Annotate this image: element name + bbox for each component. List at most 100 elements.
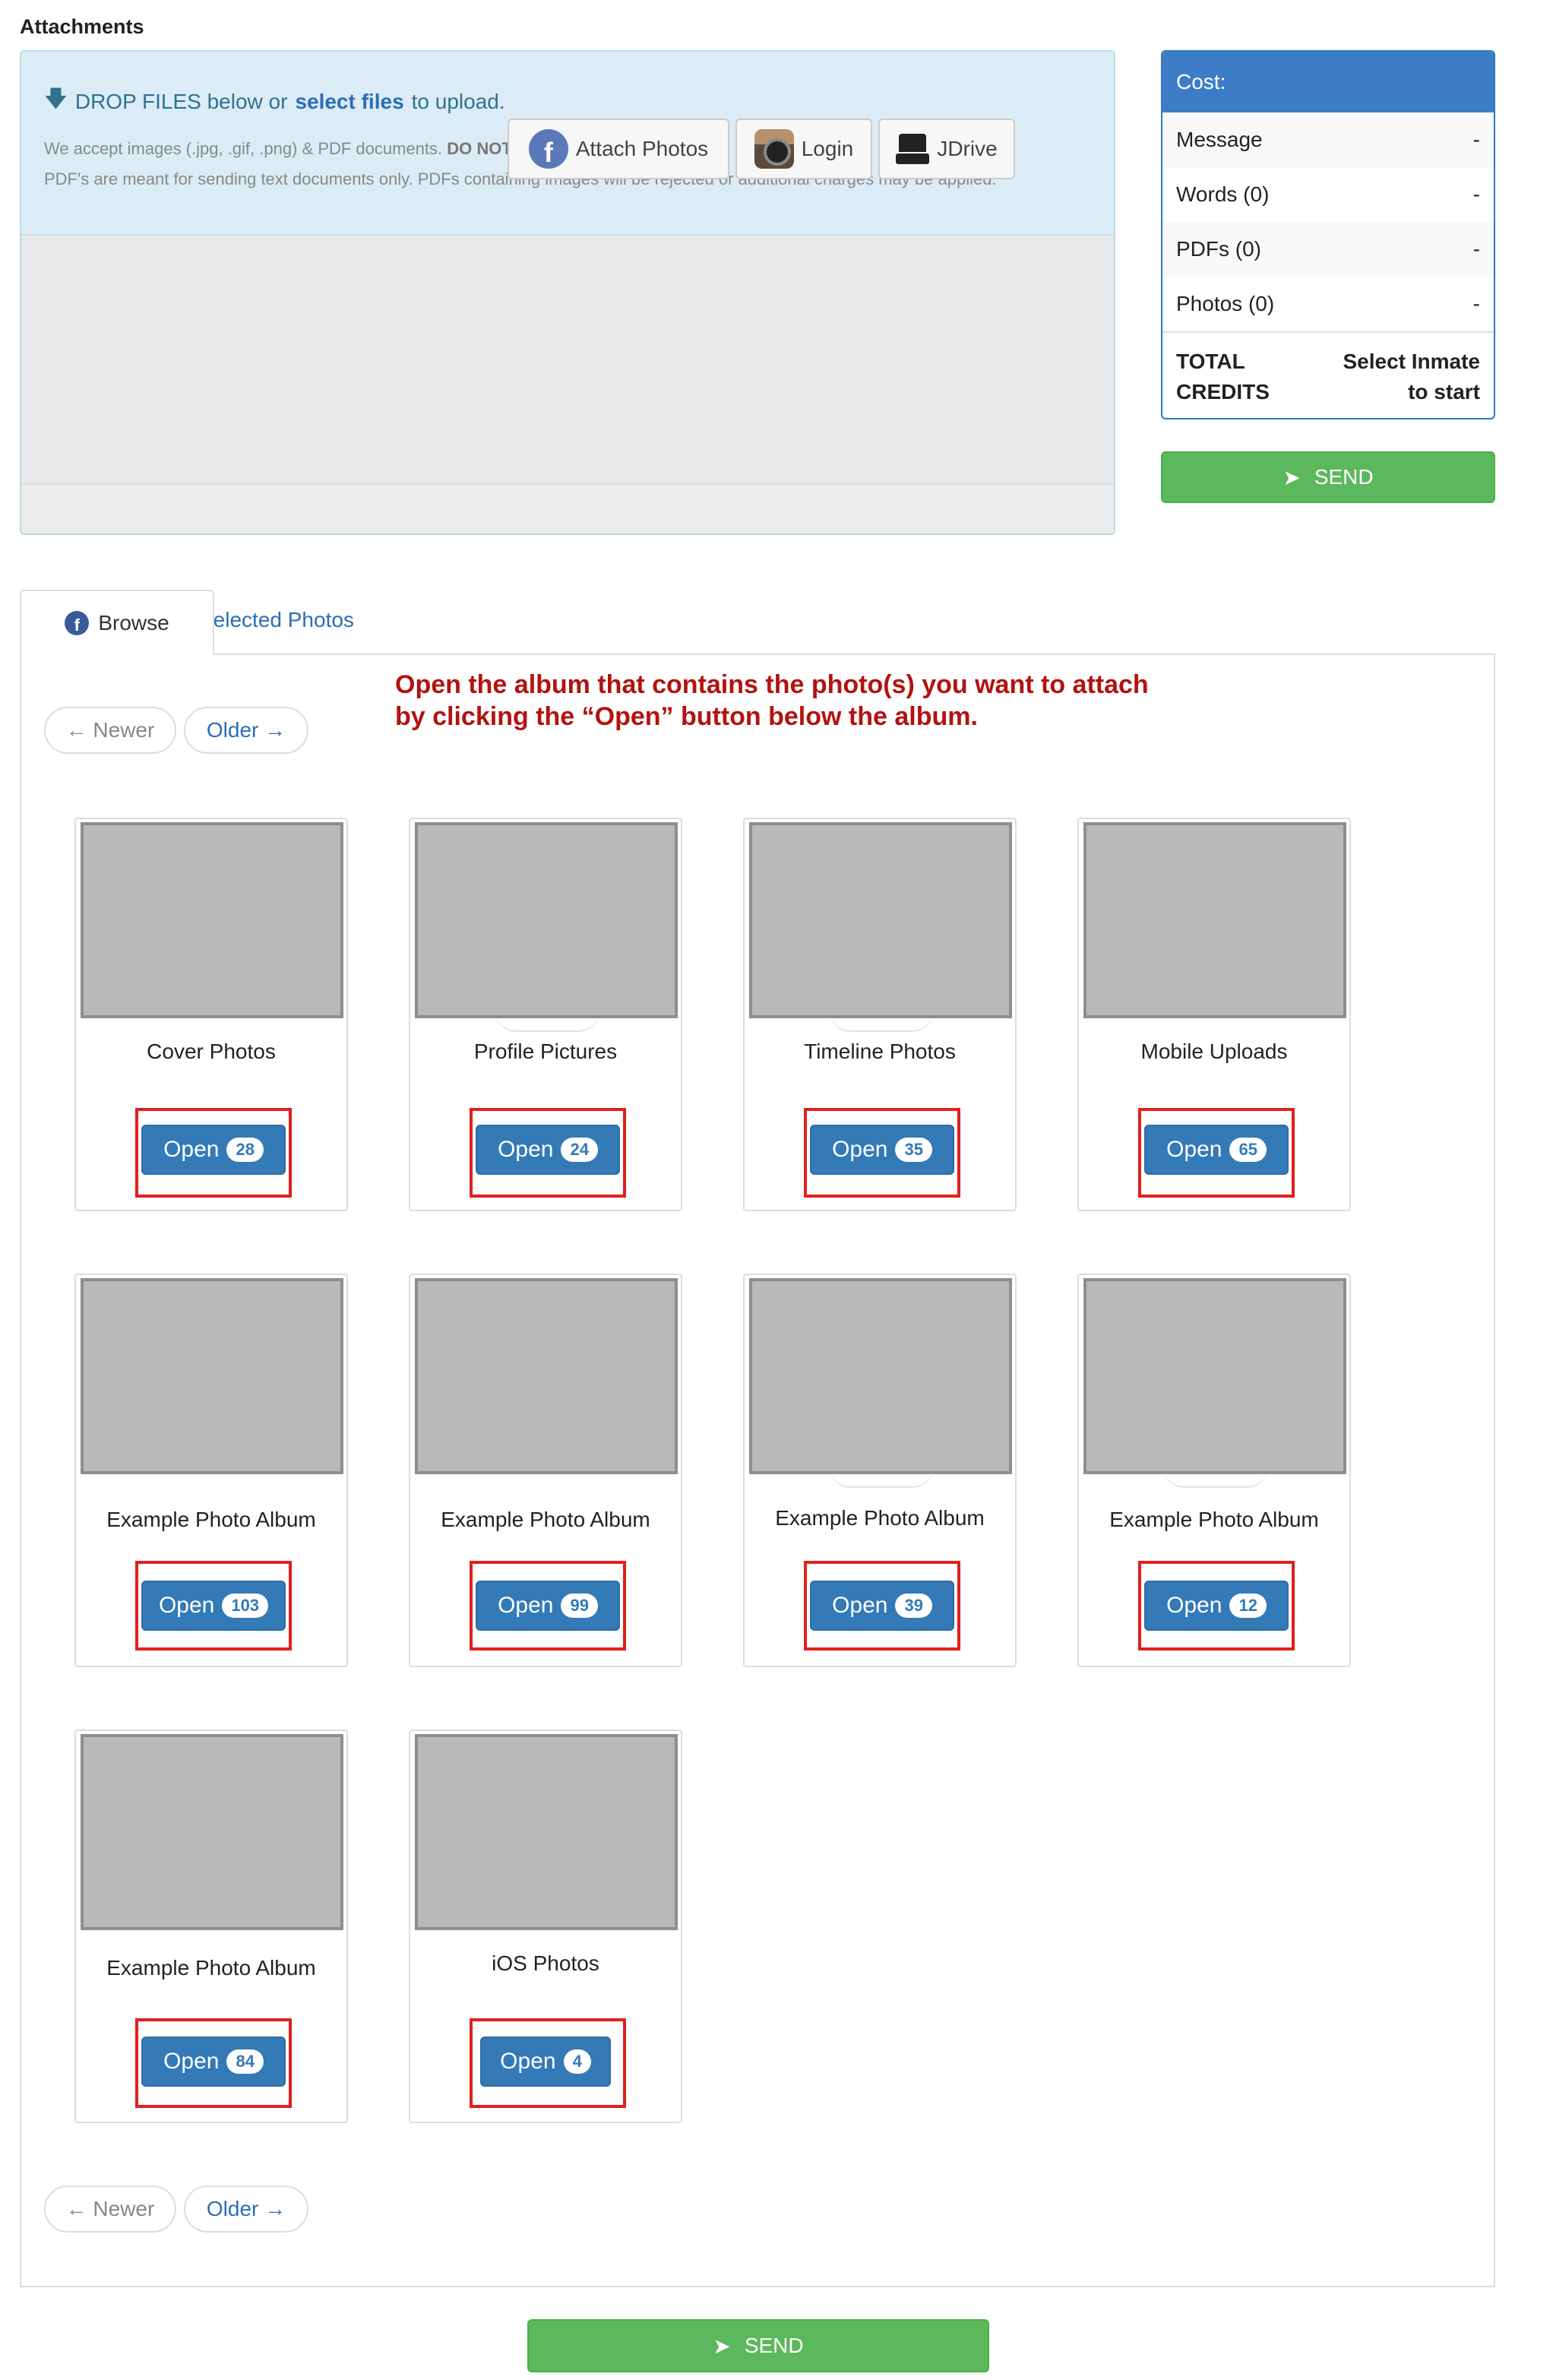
attach-photos-button[interactable]: f Attach Photos <box>508 119 729 179</box>
download-arrow-icon: 🡇 <box>44 87 68 112</box>
open-label: Open <box>832 1137 888 1162</box>
photo-count-badge: 28 <box>226 1138 264 1162</box>
total-credits-value: Select Inmate to start <box>1343 347 1480 407</box>
photo-count-badge: 99 <box>561 1594 598 1618</box>
album-card: iOS Photos Open 4 <box>409 1730 682 2123</box>
open-label: Open <box>832 1593 888 1618</box>
open-album-button[interactable]: Open 65 <box>1144 1125 1289 1175</box>
album-thumbnail <box>749 822 1012 1018</box>
album-title: Mobile Uploads <box>1140 1040 1288 1063</box>
open-label: Open <box>498 1137 554 1162</box>
send-label: SEND <box>1314 465 1374 489</box>
instruction-line1: Open the album that contains the photo(s… <box>395 670 1149 699</box>
jdrive-label: JDrive <box>937 137 998 160</box>
tab-selected-photos[interactable]: Selected Photos <box>199 608 354 632</box>
album-thumbnail <box>415 822 678 1018</box>
dropzone-instructions: 🡇 DROP FILES below or select files to up… <box>44 82 505 121</box>
album-thumbnail <box>415 1278 678 1474</box>
open-label: Open <box>500 2049 556 2074</box>
photo-count-badge: 4 <box>563 2049 591 2074</box>
open-label: Open <box>1166 1593 1222 1618</box>
cost-value: - <box>1472 182 1480 206</box>
tab-browse[interactable]: f Browse <box>20 590 214 655</box>
album-title: Example Photo Album <box>106 1956 316 1980</box>
open-album-button[interactable]: Open 84 <box>141 2037 286 2087</box>
attachments-title: Attachments <box>20 15 144 38</box>
open-label: Open <box>1166 1137 1222 1162</box>
album-title: Example Photo Album <box>1109 1508 1319 1531</box>
cost-row-words: Words (0) - <box>1162 167 1494 222</box>
open-album-button[interactable]: Open 12 <box>1144 1581 1289 1631</box>
open-album-button[interactable]: Open 35 <box>810 1125 954 1175</box>
album-card: Example Photo Album Open 12 <box>1077 1274 1351 1667</box>
dropzone-footer <box>21 483 1114 533</box>
total-credits-row: TOTAL CREDITS Select Inmate to start <box>1162 331 1494 407</box>
cost-label: Photos (0) <box>1176 292 1275 315</box>
album-thumbnail <box>415 1734 678 1930</box>
tab-browse-label: Browse <box>98 611 169 635</box>
album-title: Profile Pictures <box>473 1040 618 1063</box>
album-card: Profile Pictures Open 24 <box>409 818 682 1211</box>
album-thumbnail <box>81 822 343 1018</box>
album-card: Cover Photos Open 28 <box>74 818 348 1211</box>
album-card: Example Photo Album Open 39 <box>743 1274 1017 1667</box>
cost-header: Cost: <box>1162 52 1494 112</box>
send-label: SEND <box>744 2334 804 2357</box>
open-album-button[interactable]: Open 24 <box>476 1125 620 1175</box>
attach-photos-label: Attach Photos <box>575 137 709 160</box>
photo-count-badge: 12 <box>1229 1594 1267 1618</box>
album-thumbnail <box>749 1278 1012 1474</box>
open-album-button[interactable]: Open 4 <box>480 2037 611 2087</box>
cost-panel: Cost: Message - Words (0) - PDFs (0) - P… <box>1161 50 1495 419</box>
select-files-link[interactable]: select files <box>295 90 403 114</box>
login-label: Login <box>801 137 854 160</box>
cost-row-pdfs: PDFs (0) - <box>1162 222 1494 277</box>
send-button-top[interactable]: ➤ SEND <box>1161 451 1495 503</box>
album-thumbnail <box>1083 822 1346 1018</box>
album-instruction: Open the album that contains the photo(s… <box>395 669 1307 733</box>
facebook-icon: f <box>528 129 568 169</box>
jdrive-button[interactable]: JDrive <box>878 119 1015 179</box>
send-button-bottom[interactable]: ➤ SEND <box>527 2319 989 2372</box>
open-label: Open <box>163 2049 220 2074</box>
album-thumbnail <box>1083 1278 1346 1474</box>
facebook-icon: f <box>65 611 90 635</box>
album-card: Example Photo Album Open 84 <box>74 1730 348 2123</box>
total-value-line2: to start <box>1408 380 1480 404</box>
instruction-line2: by clicking the “Open” button below the … <box>395 702 978 731</box>
drop-files-text: DROP FILES below or <box>74 89 288 113</box>
instagram-login-button[interactable]: Login <box>735 119 872 179</box>
instagram-icon <box>754 129 794 169</box>
file-dropzone[interactable]: 🡇 DROP FILES below or select files to up… <box>20 50 1115 535</box>
cost-label: Message <box>1176 128 1263 151</box>
album-title: Cover Photos <box>147 1040 276 1063</box>
album-thumbnail <box>81 1734 343 1930</box>
photo-count-badge: 103 <box>222 1594 269 1618</box>
album-title: iOS Photos <box>492 1951 599 1975</box>
open-label: Open <box>498 1593 554 1618</box>
photo-count-badge: 39 <box>895 1594 932 1618</box>
newer-button-bottom[interactable]: ← Newer <box>44 2185 176 2233</box>
album-card: Example Photo Album Open 99 <box>409 1274 682 1667</box>
older-button-bottom[interactable]: Older → <box>184 2185 308 2233</box>
paper-plane-icon: ➤ <box>713 2334 731 2358</box>
open-album-button[interactable]: Open 28 <box>141 1125 286 1175</box>
photo-count-badge: 35 <box>895 1138 932 1162</box>
paper-plane-icon: ➤ <box>1283 465 1301 489</box>
to-upload-text: to upload. <box>411 89 505 113</box>
open-album-button[interactable]: Open 99 <box>476 1581 620 1631</box>
newer-button-top[interactable]: ← Newer <box>44 707 176 754</box>
open-album-button[interactable]: Open 39 <box>810 1581 954 1631</box>
cost-label: Words (0) <box>1176 182 1270 206</box>
open-label: Open <box>163 1137 220 1162</box>
total-label-line1: TOTAL <box>1176 350 1245 373</box>
cost-value: - <box>1472 292 1480 315</box>
album-title: Example Photo Album <box>441 1508 650 1531</box>
total-value-line1: Select Inmate <box>1343 350 1480 373</box>
album-thumbnail <box>81 1278 343 1474</box>
older-button-top[interactable]: Older → <box>184 707 308 754</box>
open-album-button[interactable]: Open 103 <box>141 1581 286 1631</box>
cost-value: - <box>1472 237 1480 261</box>
total-label-line2: CREDITS <box>1176 380 1270 404</box>
album-title: Timeline Photos <box>804 1040 956 1063</box>
